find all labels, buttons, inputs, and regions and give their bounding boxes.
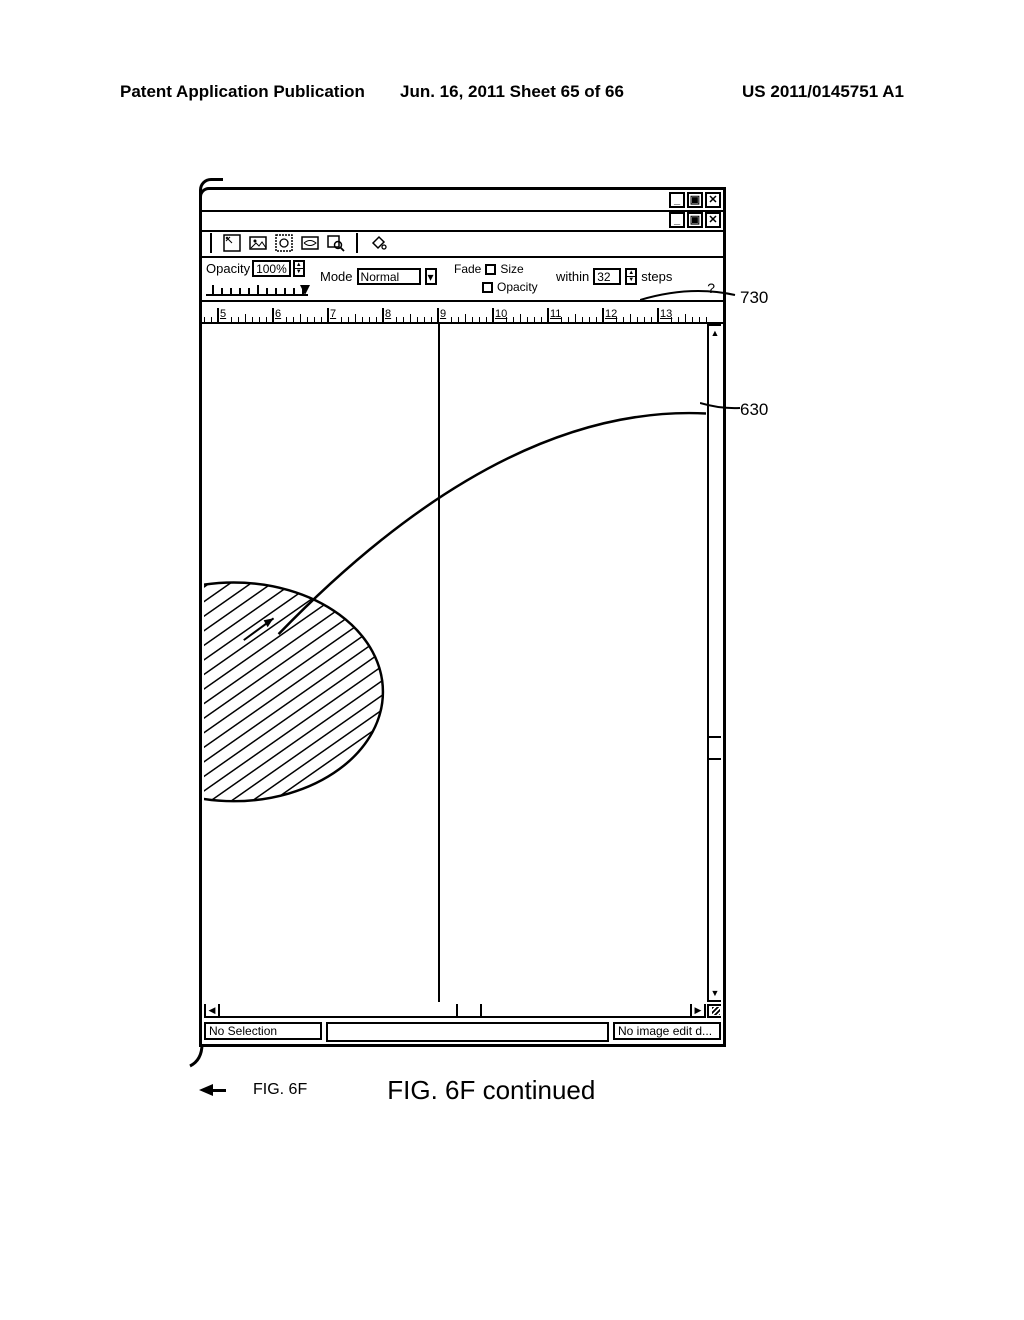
dropdown-arrow-icon[interactable]: ▾ <box>425 268 437 285</box>
mask-tool-icon[interactable] <box>274 233 294 253</box>
options-bar: Opacity 100% ▲▼ Mode Normal ▾ <box>204 258 721 298</box>
canvas[interactable] <box>204 324 706 1002</box>
ruler-unit: 7 <box>327 302 382 322</box>
steps-stepper[interactable]: ▲▼ <box>625 268 637 285</box>
inner-window-controls: _ ▣ ✕ <box>669 212 721 228</box>
status-middle <box>326 1022 609 1042</box>
doc-close-button[interactable]: ✕ <box>705 212 721 228</box>
fade-size-checkbox[interactable] <box>485 264 496 275</box>
ruler-unit: 5 <box>217 302 272 322</box>
toolbar-separator <box>356 233 358 253</box>
scroll-right-icon[interactable]: ▶ <box>690 1004 704 1016</box>
ruler-unit: 9 <box>437 302 492 322</box>
size-label: Size <box>500 262 523 276</box>
page-header: Patent Application Publication Jun. 16, … <box>0 82 1024 102</box>
zoom-tool-icon[interactable] <box>326 233 346 253</box>
ruler-unit: 10 <box>492 302 547 322</box>
within-label: within <box>556 269 589 284</box>
mode-dropdown[interactable]: Normal <box>357 268 421 285</box>
ruler-unit: 13 <box>657 302 712 322</box>
vscroll-thumb[interactable] <box>709 736 721 760</box>
opacity-field[interactable]: 100% <box>252 260 291 277</box>
figure-title: FIG. 6F continued <box>387 1075 595 1106</box>
maximize-button[interactable]: ▣ <box>687 192 703 208</box>
opacity2-label: Opacity <box>497 280 538 294</box>
slider-thumb-icon[interactable] <box>300 285 310 295</box>
help-icon[interactable]: ? <box>707 280 715 296</box>
scroll-up-icon[interactable]: ▲ <box>709 326 721 340</box>
scroll-down-icon[interactable]: ▼ <box>709 986 721 1000</box>
resize-grip-icon[interactable] <box>707 1004 721 1018</box>
hscroll-thumb[interactable] <box>456 1004 482 1016</box>
fade-opacity-checkbox[interactable] <box>482 282 493 293</box>
opacity-stepper[interactable]: ▲▼ <box>293 260 305 277</box>
page-boundary <box>438 324 440 1002</box>
header-mid: Jun. 16, 2011 Sheet 65 of 66 <box>381 82 642 102</box>
ruler-unit: 8 <box>382 302 437 322</box>
minimize-button[interactable]: _ <box>669 192 685 208</box>
ruler-unit: 6 <box>272 302 327 322</box>
vertical-scrollbar[interactable]: ▲ ▼ <box>707 324 721 1002</box>
figure-caption-row: FIG. 6F FIG. 6F continued <box>199 1070 726 1110</box>
figure-ref: FIG. 6F <box>253 1081 307 1099</box>
header-left: Patent Application Publication <box>120 82 381 102</box>
opacity-label: Opacity <box>206 261 250 276</box>
toolbar-separator <box>210 233 212 253</box>
scroll-left-icon[interactable]: ◀ <box>206 1004 220 1016</box>
ruler-unit: 12 <box>602 302 657 322</box>
status-selection: No Selection <box>204 1022 322 1040</box>
callout-730: 730 <box>740 288 768 308</box>
arrow-left-icon <box>199 1084 213 1096</box>
steps-field[interactable]: 32 <box>593 268 621 285</box>
steps-label: steps <box>641 269 672 284</box>
ruler-unit: 11 <box>547 302 602 322</box>
header-right: US 2011/0145751 A1 <box>643 82 904 102</box>
image-tool-icon[interactable] <box>248 233 268 253</box>
frame-continuation-hook-icon <box>188 1044 206 1068</box>
ruler-unit: 4 <box>202 302 217 322</box>
horizontal-ruler: 45678910111213 <box>202 302 723 322</box>
horizontal-scrollbar[interactable]: ◀ ▶ <box>204 1004 706 1018</box>
fill-tool-icon[interactable] <box>368 233 388 253</box>
app-window: _ ▣ ✕ _ ▣ ✕ Opacity 100% ▲▼ <box>199 187 726 1047</box>
close-button[interactable]: ✕ <box>705 192 721 208</box>
frame-tool-icon[interactable] <box>222 233 242 253</box>
mode-label: Mode <box>320 269 353 284</box>
outer-window-controls: _ ▣ ✕ <box>669 192 721 208</box>
doc-maximize-button[interactable]: ▣ <box>687 212 703 228</box>
doc-minimize-button[interactable]: _ <box>669 212 685 228</box>
canvas-drawing <box>204 324 706 1002</box>
status-image-edit: No image edit d... <box>613 1022 721 1040</box>
opacity-slider[interactable] <box>206 280 308 296</box>
preview-tool-icon[interactable] <box>300 233 320 253</box>
status-bar: No Selection No image edit d... <box>204 1022 721 1042</box>
callout-630: 630 <box>740 400 768 420</box>
fade-label: Fade <box>454 262 481 276</box>
toolbar <box>206 232 388 254</box>
